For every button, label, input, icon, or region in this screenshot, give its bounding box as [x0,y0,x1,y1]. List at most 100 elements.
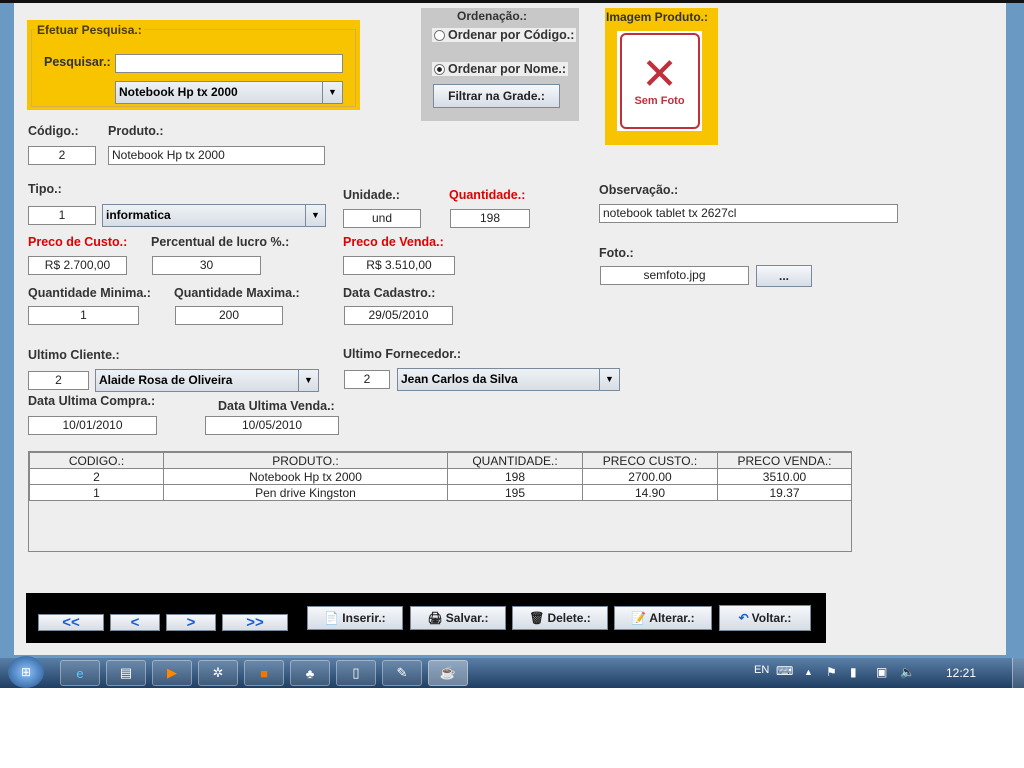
foto-label: Foto.: [599,246,634,260]
col-preco-venda[interactable]: PRECO VENDA.: [717,452,852,469]
products-grid[interactable]: CODIGO.: PRODUTO.: QUANTIDADE.: PRECO CU… [28,451,852,552]
fornecedor-label: Ultimo Fornecedor.: [343,347,462,361]
observacao-label: Observação.: [599,183,679,197]
taskbar-ie[interactable]: e [60,660,100,686]
product-image: ✕ Sem Foto [617,31,702,131]
app-icon: ■ [260,665,268,681]
cliente-combo[interactable]: Alaide Rosa de Oliveira ▼ [95,369,319,392]
foto-field[interactable]: semfoto.jpg [600,266,749,285]
image-title: Imagem Produto.: [606,10,709,24]
network-icon[interactable]: ▣ [876,665,887,679]
alterar-label: Alterar.: [649,611,695,625]
salvar-button[interactable]: 🖨 Salvar.: [410,606,506,630]
tipo-combo[interactable]: informatica ▼ [102,204,326,227]
quantidade-label: Quantidade.: [449,188,526,202]
ie-icon: e [76,665,84,681]
qmax-field[interactable]: 200 [175,306,283,325]
col-codigo[interactable]: CODIGO.: [29,452,164,469]
ultvenda-field[interactable]: 10/05/2010 [205,416,339,435]
notepad-icon: ▯ [352,665,360,680]
taskbar-media[interactable]: ▶ [152,660,192,686]
qmax-label: Quantidade Maxima.: [174,286,300,300]
preco-venda-field[interactable]: R$ 3.510,00 [343,256,455,275]
search-input[interactable] [115,54,343,73]
keyboard-icon[interactable]: ⌨ [776,664,793,678]
fornecedor-id-field[interactable]: 2 [344,370,390,389]
codigo-field[interactable]: 2 [28,146,96,165]
tipo-label: Tipo.: [28,182,62,196]
taskbar-app2[interactable]: ■ [244,660,284,686]
grid-table: CODIGO.: PRODUTO.: QUANTIDADE.: PRECO CU… [29,452,852,501]
inserir-button[interactable]: 📄 Inserir.: [307,606,403,630]
col-quantidade[interactable]: QUANTIDADE.: [447,452,583,469]
new-document-icon: 📄 [324,611,340,625]
alterar-button[interactable]: 📝 Alterar.: [614,606,712,630]
volume-icon[interactable]: 🔈 [900,665,915,679]
radio-unchecked-icon [434,29,445,41]
taskbar-app1[interactable]: ✲ [198,660,238,686]
taskbar-notepad[interactable]: ▯ [336,660,376,686]
cell: 195 [447,484,583,501]
cell: Notebook Hp tx 2000 [163,468,448,485]
preco-custo-field[interactable]: R$ 2.700,00 [28,256,127,275]
compra-label: Data Ultima Compra.: [28,394,156,408]
voltar-button[interactable]: ↶ Voltar.: [719,605,811,631]
folder-icon: ▤ [119,665,133,680]
chevron-down-icon[interactable]: ▼ [599,369,619,390]
windows-logo-icon: ⊞ [20,665,32,679]
unidade-field[interactable]: und [343,209,421,228]
chevron-down-icon[interactable]: ▼ [322,82,342,103]
taskbar-explorer[interactable]: ▤ [106,660,146,686]
qmin-field[interactable]: 1 [28,306,139,325]
codigo-label: Código.: [28,124,79,138]
cadastro-field[interactable]: 29/05/2010 [344,306,453,325]
taskbar-app3[interactable]: ♣ [290,660,330,686]
radio-order-code[interactable]: Ordenar por Código.: [432,28,577,42]
cliente-id-field[interactable]: 2 [28,371,89,390]
chevron-down-icon[interactable]: ▼ [298,370,318,391]
produto-field[interactable]: Notebook Hp tx 2000 [108,146,325,165]
table-row[interactable]: 2 Notebook Hp tx 2000 198 2700.00 3510.00 [29,468,852,485]
show-hidden-icons[interactable]: ▲ [804,667,813,677]
clock[interactable]: 12:21 [946,666,976,680]
language-indicator[interactable]: EN [754,664,769,676]
power-icon[interactable]: ▮ [850,665,857,679]
taskbar-java[interactable]: ☕ [428,660,468,686]
unidade-label: Unidade.: [343,188,400,202]
double-chevron-right-icon: >> [246,614,264,631]
taskbar-paint[interactable]: ✎ [382,660,422,686]
lucro-field[interactable]: 30 [152,256,261,275]
fornecedor-combo[interactable]: Jean Carlos da Silva ▼ [397,368,620,391]
browse-foto-button[interactable]: ... [756,265,812,287]
chevron-down-icon[interactable]: ▼ [305,205,325,226]
col-produto[interactable]: PRODUTO.: [163,452,448,469]
last-record-button[interactable]: >> [222,614,288,631]
cadastro-label: Data Cadastro.: [343,286,436,300]
delete-button[interactable]: 🗑 Delete.: [512,606,608,630]
next-record-button[interactable]: > [166,614,216,631]
voltar-label: Voltar.: [751,611,792,625]
trash-icon: 🗑 [529,611,545,625]
table-row[interactable]: 1 Pen drive Kingston 195 14.90 19.37 [29,484,852,501]
compra-field[interactable]: 10/01/2010 [28,416,157,435]
ultvenda-label: Data Ultima Venda.: [218,399,335,413]
filter-grid-button[interactable]: Filtrar na Grade.: [433,84,560,108]
prev-record-button[interactable]: < [110,614,160,631]
flag-icon[interactable]: ⚑ [826,665,837,679]
quantidade-field[interactable]: 198 [450,209,530,228]
observacao-field[interactable]: notebook tablet tx 2627cl [599,204,898,223]
show-desktop-button[interactable] [1012,658,1024,688]
fornecedor-combo-value: Jean Carlos da Silva [401,372,518,386]
col-preco-custo[interactable]: PRECO CUSTO.: [582,452,718,469]
start-button[interactable]: ⊞ [8,656,44,688]
qmin-label: Quantidade Minima.: [28,286,151,300]
app-icon: ✲ [212,665,224,680]
search-combo-value: Notebook Hp tx 2000 [119,85,238,99]
cell: 198 [447,468,583,485]
app-icon: ♣ [305,665,315,681]
first-record-button[interactable]: << [38,614,104,631]
search-combo[interactable]: Notebook Hp tx 2000 ▼ [115,81,343,104]
radio-order-name[interactable]: Ordenar por Nome.: [432,62,569,76]
tipo-id-field[interactable]: 1 [28,206,96,225]
lucro-label: Percentual de lucro %.: [151,235,290,249]
